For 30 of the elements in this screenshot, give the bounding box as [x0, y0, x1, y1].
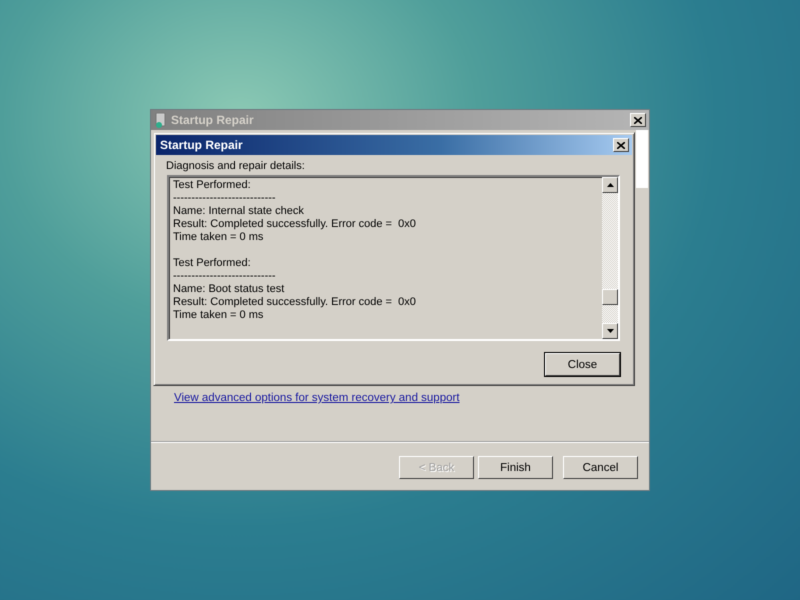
repair-app-icon: [155, 112, 167, 128]
log-line: ----------------------------: [173, 270, 277, 283]
log-line: Test Performed:: [173, 179, 252, 192]
scroll-up-button[interactable]: [602, 177, 618, 193]
background-panel: [636, 130, 648, 188]
log-line: Result: Completed successfully. Error code = 0x0: [173, 296, 417, 309]
scroll-down-button[interactable]: [602, 323, 618, 339]
details-text-area[interactable]: [167, 175, 620, 341]
close-button[interactable]: [630, 113, 646, 127]
log-line: Name: Internal state check: [173, 205, 305, 218]
log-line: Time taken = 0 ms: [173, 231, 264, 244]
down-arrow-icon: [606, 329, 614, 333]
log-line: ----------------------------: [173, 192, 277, 205]
wizard-button[interactable]: Finish: [478, 456, 553, 479]
up-arrow-icon: [606, 183, 614, 187]
close-icon: [617, 142, 625, 148]
details-caption: Diagnosis and repair details:: [166, 160, 306, 172]
scroll-thumb[interactable]: [602, 289, 618, 305]
close-button[interactable]: [613, 138, 629, 152]
log-line: Test Performed:: [173, 257, 252, 270]
vertical-scrollbar[interactable]: [602, 177, 618, 339]
dialog-title: Startup Repair: [160, 138, 244, 152]
window-title: Startup Repair: [171, 113, 255, 127]
wizard-button[interactable]: Cancel: [563, 456, 638, 479]
close-dialog-button[interactable]: Close: [545, 353, 620, 376]
log-line: Time taken = 0 ms: [173, 309, 264, 322]
advanced-options-link[interactable]: View advanced options for system recovery and support: [174, 392, 460, 404]
close-icon: [634, 116, 642, 124]
log-line: Result: Completed successfully. Error code = 0x0: [173, 218, 417, 231]
log-line: Name: Boot status test: [173, 283, 286, 296]
